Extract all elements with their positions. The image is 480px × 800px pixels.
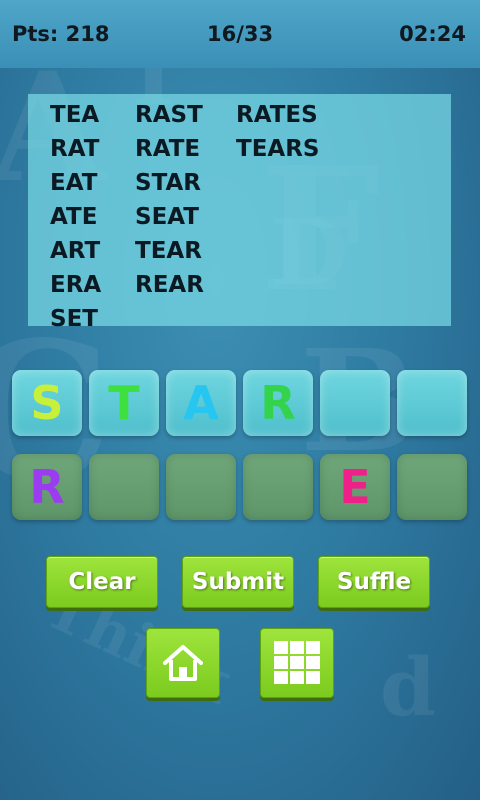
answer-tile[interactable]: T [89, 370, 159, 436]
found-word: TEA [50, 102, 100, 128]
found-word: RATES [236, 102, 318, 128]
clear-button[interactable]: Clear [46, 556, 158, 608]
letter-tile[interactable] [243, 454, 313, 520]
answer-tile-row: S T A R [12, 370, 470, 438]
home-button[interactable] [146, 628, 220, 698]
found-words-panel: TEA RAT EAT ATE ART ERA SET RAST RATE ST… [28, 94, 451, 332]
words-progress: 16/33 [207, 22, 274, 46]
points-counter: Pts: 218 [12, 22, 110, 46]
word-column-3: RATES TEARS [236, 98, 319, 166]
answer-tile[interactable]: A [166, 370, 236, 436]
answer-tile[interactable]: S [12, 370, 82, 436]
letter-tile[interactable] [89, 454, 159, 520]
home-icon [163, 645, 203, 681]
letter-tile[interactable] [166, 454, 236, 520]
countdown-timer: 02:24 [399, 22, 466, 46]
found-word: TEARS [236, 136, 320, 162]
found-word: ART [50, 238, 101, 264]
word-column-1: TEA RAT EAT ATE ART ERA SET [50, 98, 101, 336]
grid-menu-icon [274, 641, 320, 684]
status-bar: Pts: 218 16/33 02:24 [0, 0, 480, 68]
found-word: SEAT [135, 204, 199, 230]
found-word: ERA [50, 272, 102, 298]
found-word: RAST [135, 102, 203, 128]
answer-tile[interactable] [397, 370, 467, 436]
letter-tile[interactable]: E [320, 454, 390, 520]
shuffle-button[interactable]: Suffle [318, 556, 430, 608]
answer-tile[interactable] [320, 370, 390, 436]
found-word: RATE [135, 136, 201, 162]
level-menu-button[interactable] [260, 628, 334, 698]
found-word: ATE [50, 204, 98, 230]
submit-button[interactable]: Submit [182, 556, 294, 608]
letter-tile[interactable]: R [12, 454, 82, 520]
found-word: STAR [135, 170, 201, 196]
found-word: EAT [50, 170, 98, 196]
found-word: TEAR [135, 238, 202, 264]
found-word: REAR [135, 272, 204, 298]
letter-tile[interactable] [397, 454, 467, 520]
letter-pool-row: R E [12, 454, 470, 522]
answer-tile[interactable]: R [243, 370, 313, 436]
found-word: SET [50, 306, 98, 332]
found-word: RAT [50, 136, 100, 162]
word-column-2: RAST RATE STAR SEAT TEAR REAR [135, 98, 204, 302]
